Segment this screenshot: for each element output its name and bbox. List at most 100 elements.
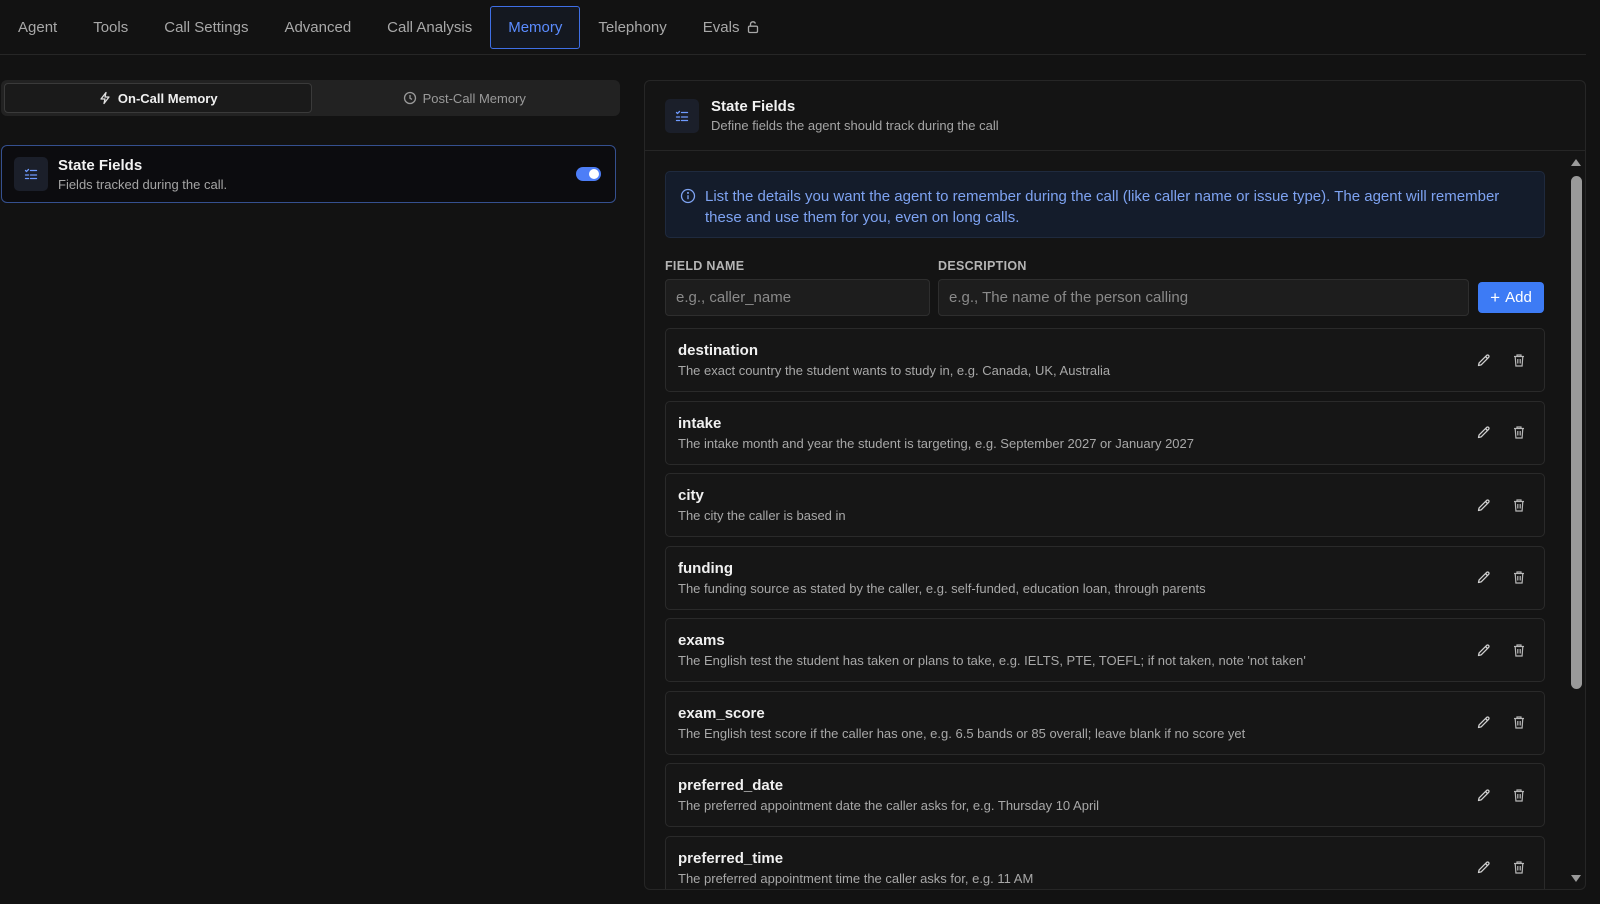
info-callout: List the details you want the agent to r… xyxy=(665,171,1545,238)
edit-field-button[interactable] xyxy=(1470,565,1496,591)
state-field-row: funding The funding source as stated by … xyxy=(665,545,1545,610)
state-field-name: preferred_date xyxy=(678,777,784,794)
pencil-icon xyxy=(1477,498,1490,511)
tab-call-settings[interactable]: Call Settings xyxy=(146,6,266,49)
state-field-row: intake The intake month and year the stu… xyxy=(665,400,1545,465)
lightning-icon xyxy=(100,91,110,105)
state-field-row: city The city the caller is based in xyxy=(665,473,1545,537)
state-field-name: exam_score xyxy=(678,704,765,722)
edit-field-button[interactable] xyxy=(1470,637,1496,663)
delete-field-button[interactable] xyxy=(1506,637,1532,663)
state-field-list: destination The exact country the studen… xyxy=(665,328,1545,889)
tab-label: Advanced xyxy=(284,18,352,36)
tab-label: Memory xyxy=(508,18,563,36)
trash-icon xyxy=(1514,498,1524,512)
state-field-description: The intake month and year the student is… xyxy=(678,435,1194,451)
pencil-icon xyxy=(1477,353,1490,366)
state-field-description: The preferred appointment date the calle… xyxy=(678,798,1100,813)
state-field-name: funding xyxy=(678,559,733,577)
state-field-row: destination The exact country the studen… xyxy=(665,328,1545,392)
add-field-form: + Add xyxy=(665,279,1545,316)
scroll-thumb[interactable] xyxy=(1571,176,1582,689)
description-input[interactable] xyxy=(938,279,1469,316)
tab-label: Evals xyxy=(702,18,740,36)
state-fields-panel: State Fields Define fields the agent sho… xyxy=(644,80,1586,890)
tab-tools[interactable]: Tools xyxy=(75,6,146,49)
field-name-input[interactable] xyxy=(665,279,930,316)
delete-field-button[interactable] xyxy=(1506,710,1532,736)
pencil-icon xyxy=(1477,788,1490,801)
panel-body: List the details you want the agent to r… xyxy=(665,171,1545,889)
delete-field-button[interactable] xyxy=(1506,855,1532,881)
checklist-icon xyxy=(14,157,48,191)
state-field-description: The English test the student has taken o… xyxy=(678,653,1306,668)
panel-subtitle: Define fields the agent should track dur… xyxy=(711,118,999,133)
delete-field-button[interactable] xyxy=(1506,782,1532,808)
post-call-memory-label: Post-Call Memory xyxy=(422,90,526,106)
memory-mode-selector: On-Call Memory Post-Call Memory xyxy=(1,80,620,116)
state-field-name: intake xyxy=(678,414,722,432)
scroll-up-arrow-icon[interactable] xyxy=(1570,156,1582,168)
scroll-down-arrow-icon[interactable] xyxy=(1570,873,1582,885)
clock-icon xyxy=(403,91,416,105)
delete-field-button[interactable] xyxy=(1506,347,1532,373)
edit-field-button[interactable] xyxy=(1470,420,1496,446)
panel-scrollbar[interactable] xyxy=(1567,151,1585,889)
edit-field-button[interactable] xyxy=(1470,710,1496,736)
edit-field-button[interactable] xyxy=(1470,492,1496,518)
tab-label: Call Analysis xyxy=(387,18,473,36)
post-call-memory-button[interactable]: Post-Call Memory xyxy=(312,83,618,113)
state-card-subtitle: Fields tracked during the call. xyxy=(58,176,228,192)
form-labels: FIELD NAME DESCRIPTION xyxy=(665,259,1545,273)
edit-field-button[interactable] xyxy=(1470,347,1496,373)
tab-telephony[interactable]: Telephony xyxy=(580,6,684,49)
plus-icon: + xyxy=(1490,288,1501,307)
state-field-name: city xyxy=(678,487,704,504)
trash-icon xyxy=(1514,716,1524,729)
state-fields-card[interactable]: State Fields Fields tracked during the c… xyxy=(1,145,616,203)
tab-label: Tools xyxy=(93,18,129,36)
tab-memory[interactable]: Memory xyxy=(490,5,581,49)
state-card-title: State Fields xyxy=(58,156,143,174)
trash-icon xyxy=(1514,571,1524,584)
info-icon xyxy=(680,188,696,204)
tab-evals[interactable]: Evals xyxy=(685,6,779,49)
panel-title: State Fields xyxy=(711,98,796,115)
edit-field-button[interactable] xyxy=(1470,855,1496,881)
tab-label: Agent xyxy=(18,18,58,36)
pencil-icon xyxy=(1477,716,1490,729)
tab-label: Telephony xyxy=(598,18,667,36)
lock-icon xyxy=(746,20,760,34)
state-field-description: The English test score if the caller has… xyxy=(678,725,1246,741)
state-field-row: preferred_time The preferred appointment… xyxy=(665,835,1545,889)
state-field-description: The funding source as stated by the call… xyxy=(678,580,1206,596)
trash-icon xyxy=(1514,788,1524,802)
checklist-icon xyxy=(665,98,699,133)
state-field-name: exams xyxy=(678,632,725,649)
on-call-memory-button[interactable]: On-Call Memory xyxy=(4,83,312,113)
on-call-memory-label: On-Call Memory xyxy=(117,90,218,106)
delete-field-button[interactable] xyxy=(1506,420,1532,446)
trash-icon xyxy=(1514,353,1524,367)
state-field-row: exam_score The English test score if the… xyxy=(665,690,1545,755)
trash-icon xyxy=(1514,861,1524,874)
tab-advanced[interactable]: Advanced xyxy=(266,6,369,49)
top-tab-bar: Agent Tools Call Settings Advanced Call … xyxy=(0,0,1586,55)
state-fields-toggle[interactable] xyxy=(576,167,601,181)
tab-label: Call Settings xyxy=(164,18,249,36)
description-label: DESCRIPTION xyxy=(938,259,1027,273)
edit-field-button[interactable] xyxy=(1470,782,1496,808)
add-field-button[interactable]: + Add xyxy=(1478,282,1544,313)
field-name-label: FIELD NAME xyxy=(665,259,745,273)
state-field-name: destination xyxy=(678,342,759,359)
delete-field-button[interactable] xyxy=(1506,565,1532,591)
tab-call-analysis[interactable]: Call Analysis xyxy=(369,6,490,49)
state-field-row: exams The English test the student has t… xyxy=(665,618,1545,682)
pencil-icon xyxy=(1477,571,1490,584)
pencil-icon xyxy=(1477,861,1490,874)
tab-agent[interactable]: Agent xyxy=(0,6,75,49)
state-field-description: The city the caller is based in xyxy=(678,508,846,523)
delete-field-button[interactable] xyxy=(1506,492,1532,518)
panel-header: State Fields Define fields the agent sho… xyxy=(645,81,1585,151)
state-field-description: The preferred appointment time the calle… xyxy=(678,870,1034,886)
